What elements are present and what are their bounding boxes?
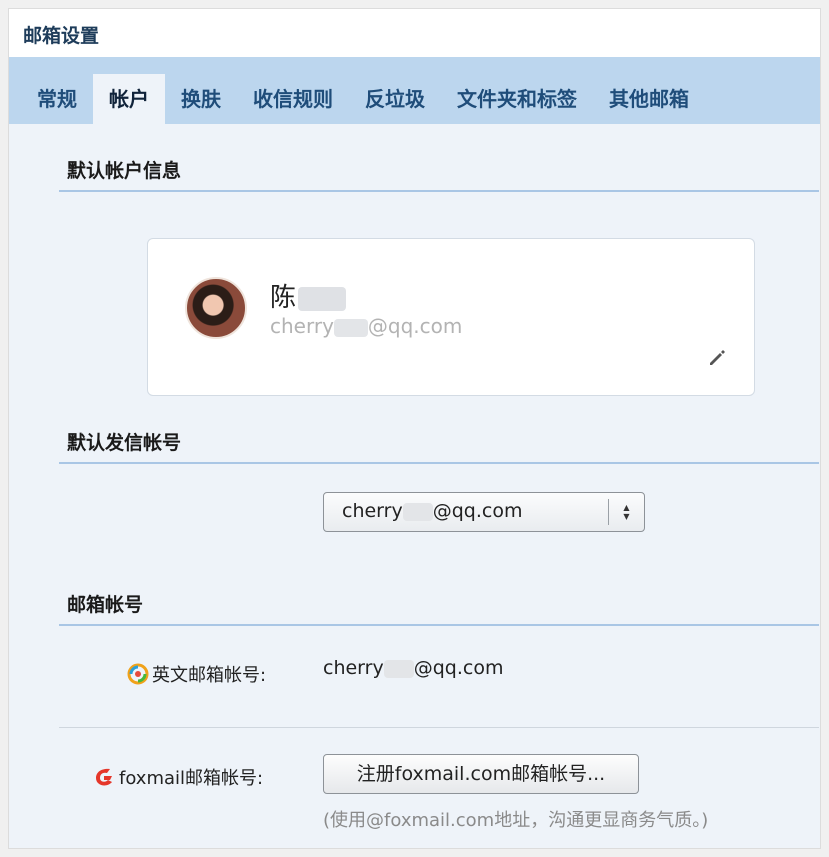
tab-account[interactable]: 帐户 (93, 74, 165, 124)
account-email-prefix: cherry (270, 314, 334, 338)
account-name: 陈 (270, 277, 347, 314)
redacted-sender-mask (402, 502, 433, 521)
tab-mail-rules[interactable]: 收信规则 (237, 74, 349, 124)
default-sender-select[interactable]: cherry @qq.com ▲ ▼ (323, 492, 645, 532)
foxmail-note: (使用@foxmail.com地址，沟通更显商务气质。) (323, 810, 709, 831)
sender-suffix: @qq.com (432, 500, 523, 522)
pencil-icon[interactable] (706, 347, 728, 369)
register-foxmail-button[interactable]: 注册foxmail.com邮箱帐号... (323, 754, 639, 794)
english-account-value: cherry @qq.com (323, 657, 503, 679)
foxmail-account-label: foxmail邮箱帐号: (93, 764, 263, 790)
account-email-suffix: @qq.com (367, 314, 463, 338)
redacted-email-mask (333, 318, 368, 337)
qq-mail-icon (127, 663, 149, 685)
english-account-label-text: 英文邮箱帐号: (152, 665, 267, 686)
redacted-name-mask (298, 286, 347, 311)
redacted-english-mask (383, 659, 414, 678)
default-account-section-title: 默认帐户信息 (59, 156, 819, 192)
tab-anti-spam[interactable]: 反垃圾 (349, 74, 441, 124)
sender-prefix: cherry (342, 500, 403, 522)
account-settings-panel: 默认帐户信息 陈 cherry @qq.com 默认发信帐号 cherry @qq.… (9, 124, 820, 848)
account-email: cherry @qq.com (270, 314, 462, 338)
window-title: 邮箱设置 (9, 9, 820, 57)
tab-other-mailboxes[interactable]: 其他邮箱 (593, 74, 705, 124)
select-arrows-icon: ▲ ▼ (608, 499, 644, 525)
foxmail-account-label-text: foxmail邮箱帐号: (119, 768, 264, 789)
avatar (185, 277, 247, 339)
english-account-label: 英文邮箱帐号: (127, 661, 266, 687)
mail-accounts-section-title: 邮箱帐号 (59, 590, 819, 626)
tab-skin[interactable]: 换肤 (165, 74, 237, 124)
account-name-text: 陈 (270, 283, 297, 313)
english-account-prefix: cherry (323, 657, 384, 679)
settings-tab-bar: 常规 帐户 换肤 收信规则 反垃圾 文件夹和标签 其他邮箱 (9, 57, 820, 124)
tab-general[interactable]: 常规 (21, 74, 93, 124)
default-account-card: 陈 cherry @qq.com (147, 238, 755, 396)
foxmail-icon (93, 766, 115, 788)
settings-window: 邮箱设置 常规 帐户 换肤 收信规则 反垃圾 文件夹和标签 其他邮箱 默认帐户信… (8, 8, 821, 849)
default-sender-section-title: 默认发信帐号 (59, 428, 819, 464)
english-account-suffix: @qq.com (413, 657, 504, 679)
section-divider (59, 727, 819, 728)
tab-folders-labels[interactable]: 文件夹和标签 (441, 74, 593, 124)
